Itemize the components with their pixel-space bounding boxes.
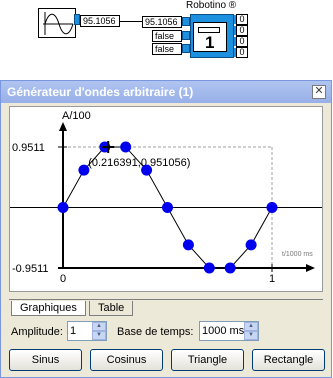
- window-titlebar[interactable]: Générateur d'ondes arbitraire (1) ✕: [1, 81, 331, 103]
- waveform-point-4[interactable]: [141, 164, 153, 176]
- waveform-generator-window: Générateur d'ondes arbitraire (1) ✕ 0.95…: [0, 80, 332, 378]
- cosinus-button[interactable]: Cosinus: [90, 349, 163, 371]
- x-tick-label-1: 1: [269, 273, 275, 285]
- generator-output-value: 95.1056: [80, 15, 120, 27]
- y-axis-label: A/100: [62, 110, 91, 122]
- sine-wave-icon: [43, 12, 74, 35]
- close-button[interactable]: ✕: [312, 85, 326, 99]
- timebase-down-icon[interactable]: ▼: [244, 331, 258, 340]
- amplitude-stepper[interactable]: ▲ ▼: [67, 321, 107, 341]
- amplitude-up-icon[interactable]: ▲: [92, 322, 106, 331]
- robotino-input-port-2[interactable]: [182, 31, 190, 40]
- waveform-point-9[interactable]: [245, 239, 257, 251]
- tab-divider: [9, 299, 323, 300]
- amplitude-input[interactable]: [70, 323, 92, 339]
- waveform-point-8[interactable]: [224, 262, 236, 274]
- waveform-chart[interactable]: 0.9511 -0.9511 0 1 A/100 t/1000 ms (0.21…: [10, 107, 322, 291]
- timebase-input[interactable]: [202, 323, 244, 339]
- robotino-output-3: 0: [236, 36, 248, 47]
- x-axis-arrow-icon: [306, 264, 315, 272]
- amplitude-down-icon[interactable]: ▼: [92, 331, 106, 340]
- timebase-label: Base de temps:: [117, 326, 194, 338]
- x-axis-label: t/1000 ms: [282, 251, 313, 258]
- sinus-button[interactable]: Sinus: [9, 349, 82, 371]
- function-block-diagram: 95.1056 Robotino ® 95.1056 false false 1…: [0, 0, 333, 70]
- robotino-input-3: false: [152, 43, 182, 55]
- x-tick-label-0: 0: [60, 273, 66, 285]
- triangle-button[interactable]: Triangle: [171, 349, 244, 371]
- waveform-point-10[interactable]: [266, 202, 278, 213]
- robotino-output-1: 0: [236, 14, 248, 25]
- robotino-icon: 1: [193, 22, 227, 52]
- waveform-point-0[interactable]: [57, 202, 69, 213]
- y-tick-label-bottom: -0.9511: [12, 263, 49, 275]
- waveform-generator-block[interactable]: [38, 8, 76, 38]
- y-tick-label-top: 0.9511: [12, 142, 45, 154]
- y-axis-arrow-icon: [59, 122, 67, 131]
- waveform-point-3[interactable]: [120, 141, 132, 153]
- waveform-plot[interactable]: 0.9511 -0.9511 0 1 A/100 t/1000 ms (0.21…: [9, 106, 323, 292]
- close-icon: ✕: [314, 85, 324, 97]
- robotino-input-port-1[interactable]: [182, 17, 190, 26]
- amplitude-label: Amplitude:: [11, 326, 63, 338]
- timebase-spin-buttons[interactable]: ▲ ▼: [244, 322, 258, 340]
- waveform-point-1[interactable]: [78, 164, 90, 176]
- tab-table[interactable]: Table: [89, 301, 134, 316]
- timebase-up-icon[interactable]: ▲: [244, 322, 258, 331]
- robotino-number: 1: [205, 33, 215, 52]
- window-title: Générateur d'ondes arbitraire (1): [7, 85, 194, 99]
- rectangle-button[interactable]: Rectangle: [252, 349, 325, 371]
- robotino-output-2: 0: [236, 25, 248, 36]
- connection-wire: [120, 21, 142, 22]
- robotino-input-1: 95.1056: [142, 16, 182, 28]
- waveform-point-5[interactable]: [162, 202, 173, 213]
- robotino-input-2: false: [152, 30, 182, 42]
- robotino-input-port-3[interactable]: [182, 44, 190, 53]
- waveform-point-6[interactable]: [182, 239, 194, 251]
- cursor-readout: (0.216391,0.951056): [88, 157, 190, 169]
- timebase-stepper[interactable]: ▲ ▼: [199, 321, 259, 341]
- amplitude-spin-buttons[interactable]: ▲ ▼: [92, 322, 106, 340]
- tab-graphiques[interactable]: Graphiques: [11, 301, 86, 316]
- robotino-block-title: Robotino ®: [186, 0, 237, 11]
- waveform-point-7[interactable]: [203, 262, 215, 274]
- robotino-output-4: 0: [236, 47, 248, 58]
